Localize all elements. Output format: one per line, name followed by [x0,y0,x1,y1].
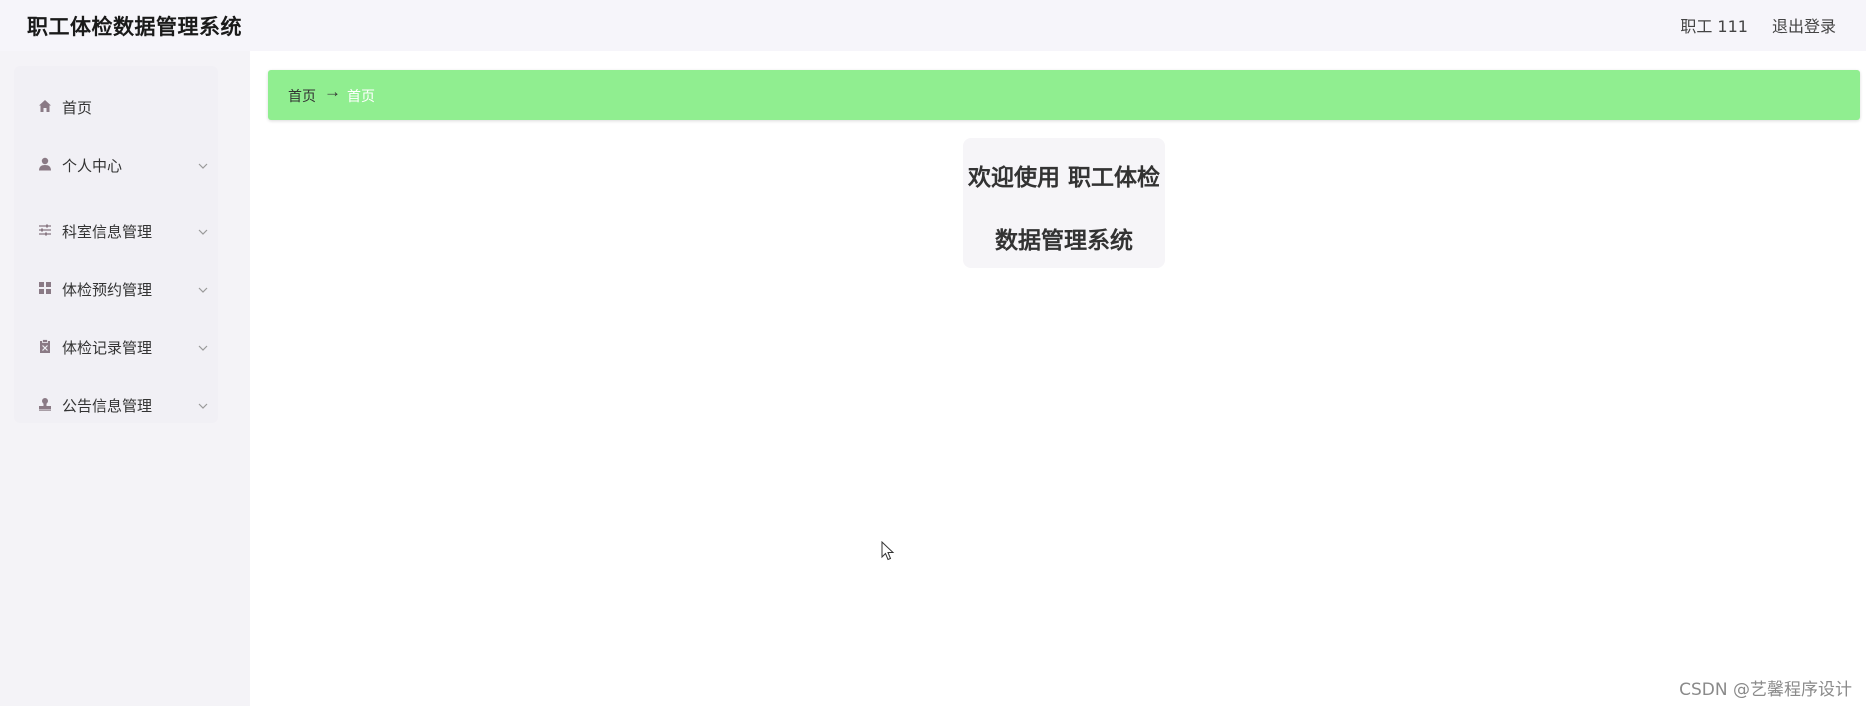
app-title: 职工体检数据管理系统 [27,15,242,39]
chevron-down-icon [198,224,208,235]
user-icon [38,157,52,171]
logout-button[interactable]: 退出登录 [1772,13,1836,37]
sidebar: 首页 个人中心 科室信息管理 体检预约管理 体检记录管理 公告信息管理 [0,51,250,706]
sidebar-item-department-management[interactable]: 科室信息管理 [14,208,218,252]
breadcrumb: 首页 → 首页 [268,70,1860,120]
sidebar-item-label: 公告信息管理 [62,397,153,415]
chevron-down-icon [198,398,208,409]
grid-icon [38,281,52,295]
home-icon [38,99,52,113]
sidebar-item-label: 体检记录管理 [62,339,153,357]
welcome-title-line1: 欢迎使用 职工体检 [967,165,1160,191]
sliders-icon [38,223,52,237]
mouse-cursor-icon [881,540,895,561]
sidebar-item-appointment-management[interactable]: 体检预约管理 [14,266,218,310]
chevron-down-icon [198,158,208,169]
sidebar-item-label: 体检预约管理 [62,281,153,299]
header-user-area: 职工 111 退出登录 [1680,13,1836,37]
welcome-card: 欢迎使用 职工体检 数据管理系统 [963,138,1165,268]
stamp-icon [38,397,52,411]
sidebar-item-label: 个人中心 [62,157,123,175]
chevron-down-icon [198,340,208,351]
sidebar-item-label: 首页 [62,99,93,117]
sidebar-menu: 首页 个人中心 科室信息管理 体检预约管理 体检记录管理 公告信息管理 [14,66,218,423]
chevron-down-icon [198,282,208,293]
sidebar-item-announcement-management[interactable]: 公告信息管理 [14,382,218,426]
welcome-title-line2: 数据管理系统 [995,228,1133,254]
sidebar-item-record-management[interactable]: 体检记录管理 [14,324,218,368]
sidebar-item-label: 科室信息管理 [62,223,153,241]
sidebar-item-home[interactable]: 首页 [14,84,218,128]
watermark: CSDN @艺馨程序设计 [1679,680,1852,700]
breadcrumb-separator: → [324,82,341,101]
clipboard-icon [38,339,52,353]
top-header: 职工体检数据管理系统 职工 111 退出登录 [0,0,1866,51]
sidebar-item-personal-center[interactable]: 个人中心 [14,142,218,186]
user-label: 职工 111 [1680,17,1748,36]
breadcrumb-current: 首页 [347,89,375,105]
breadcrumb-home-link[interactable]: 首页 [288,86,316,106]
